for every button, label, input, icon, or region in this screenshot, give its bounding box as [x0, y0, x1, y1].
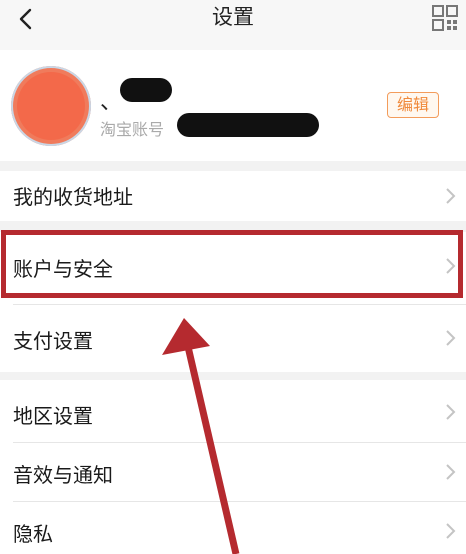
nickname-prefix: 、 — [100, 90, 123, 115]
chevron-right-icon — [446, 404, 456, 420]
menu-item-shipping-address[interactable]: 我的收货地址 — [0, 171, 466, 221]
menu-group-general: 地区设置 音效与通知 隐私 — [0, 380, 466, 554]
menu-item-sound-notifications[interactable]: 音效与通知 — [0, 443, 466, 501]
menu-item-label: 音效与通知 — [13, 463, 113, 487]
page-title: 设置 — [212, 5, 254, 29]
menu-item-label: 隐私 — [13, 522, 53, 546]
account-redaction — [177, 113, 319, 137]
header-bar: 设置 — [0, 0, 466, 50]
edit-button[interactable]: 编辑 — [387, 92, 439, 118]
menu-item-region-settings[interactable]: 地区设置 — [0, 380, 466, 442]
chevron-right-icon — [446, 464, 456, 480]
menu-item-label: 支付设置 — [13, 329, 93, 353]
chevron-right-icon — [446, 188, 456, 204]
menu-item-label: 账户与安全 — [13, 257, 113, 281]
chevron-right-icon — [446, 258, 456, 274]
chevron-right-icon — [446, 330, 456, 346]
menu-item-payment-settings[interactable]: 支付设置 — [0, 305, 466, 372]
menu-item-label: 地区设置 — [13, 404, 93, 428]
menu-group-account: 账户与安全 支付设置 — [0, 232, 466, 372]
account-label: 淘宝账号 — [100, 120, 165, 139]
profile-card[interactable]: 、 淘宝账号 编辑 — [0, 50, 466, 161]
menu-item-account-security[interactable]: 账户与安全 — [0, 232, 466, 296]
qr-code-icon[interactable] — [431, 4, 459, 32]
nickname-redaction — [120, 78, 172, 102]
menu-item-label: 我的收货地址 — [13, 185, 133, 209]
avatar[interactable] — [11, 66, 91, 146]
chevron-right-icon — [446, 523, 456, 539]
menu-item-privacy[interactable]: 隐私 — [0, 502, 466, 554]
